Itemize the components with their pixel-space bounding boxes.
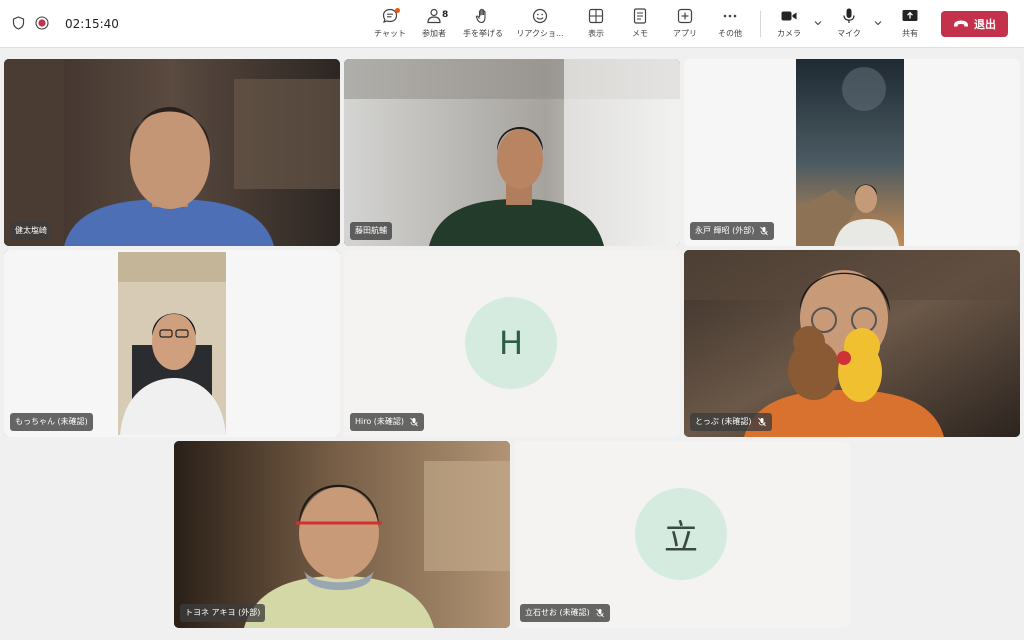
participant-name-tag: Hiro (未確認) [350,413,425,431]
add-app-icon [677,8,693,24]
meeting-status: 02:15:40 [12,0,119,48]
camera-label: カメラ [777,29,801,38]
participant-name-tag: とっぷ (未確認) [690,413,772,431]
mic-button[interactable]: マイク [825,7,873,43]
recording-icon [35,15,49,34]
participant-video [4,59,340,246]
participant-video [344,59,680,246]
notes-label: メモ [632,29,648,38]
mic-muted-icon [757,417,766,427]
camera-icon [781,11,797,21]
participant-tile[interactable]: 健太塩崎 [4,59,340,246]
participants-button[interactable]: 8 参加者 [410,7,458,43]
participant-video [684,250,1020,437]
notes-icon [633,8,647,24]
view-button[interactable]: 表示 [572,7,620,43]
people-icon [427,8,441,24]
participant-avatar: H [465,297,557,389]
camera-button[interactable]: カメラ [765,7,813,43]
participant-tile[interactable]: 立 立石せお (未確認) [514,441,850,628]
participant-tile[interactable]: 永戸 輝昭 (外部) [684,59,1020,246]
leave-label: 退出 [974,18,996,31]
chat-unread-dot [395,8,400,13]
participant-name: 健太塩崎 [15,226,47,235]
mic-muted-icon [760,226,769,236]
apps-label: アプリ [673,29,697,38]
participant-name-tag: 永戸 輝昭 (外部) [690,222,775,240]
participant-name: 永戸 輝昭 (外部) [695,226,755,235]
participant-tile[interactable]: H Hiro (未確認) [344,250,680,437]
participant-name-tag: トヨネ アキヨ (外部) [180,604,266,622]
raise-hand-label: 手を挙げる [463,29,503,38]
hand-icon [475,8,486,24]
participant-name-tag: もっちゃん (未確認) [10,413,93,431]
participant-name: 立石せお (未確認) [525,608,590,617]
apps-button[interactable]: アプリ [661,7,709,43]
chat-button[interactable]: チャット [366,7,414,43]
more-dots-icon [723,14,737,18]
participants-count: 8 [442,10,449,20]
participants-label: 参加者 [422,29,446,38]
participant-name-tag: 立石せお (未確認) [520,604,610,622]
toolbar-divider [760,11,761,37]
participant-video [684,59,1020,246]
participant-tile[interactable]: とっぷ (未確認) [684,250,1020,437]
hang-up-icon [954,20,968,27]
participant-video [4,250,340,437]
participant-name: トヨネ アキヨ (外部) [185,608,261,617]
reactions-label: リアクショ... [516,29,564,38]
share-screen-icon [902,10,918,21]
participant-name-tag: 健太塩崎 [10,222,52,240]
more-label: その他 [718,29,742,38]
grid-view-icon [588,8,604,24]
participant-name: 藤田航輔 [355,226,387,235]
participant-video [174,441,510,628]
notes-button[interactable]: メモ [616,7,664,43]
share-label: 共有 [902,29,918,38]
participant-name: Hiro (未確認) [355,417,405,426]
share-button[interactable]: 共有 [886,7,934,43]
mic-label: マイク [837,29,861,38]
mic-options-chevron-icon[interactable] [873,18,883,28]
view-label: 表示 [588,29,604,38]
chat-label: チャット [374,29,406,38]
participant-name: とっぷ (未確認) [695,417,752,426]
participant-tile[interactable]: 藤田航輔 [344,59,680,246]
microphone-icon [843,8,855,23]
more-button[interactable]: その他 [706,7,754,43]
smiley-icon [532,8,548,24]
meeting-timer: 02:15:40 [65,17,119,31]
reactions-button[interactable]: リアクショ... [516,7,564,43]
leave-button[interactable]: 退出 [941,11,1008,37]
raise-hand-button[interactable]: 手を挙げる [459,7,507,43]
participant-tile[interactable]: もっちゃん (未確認) [4,250,340,437]
participant-avatar: 立 [635,488,727,580]
shield-icon[interactable] [12,15,25,34]
meeting-toolbar: 02:15:40 チャット 8 参加者 手を挙げる リアクショ... 表示 メモ… [0,0,1024,48]
mic-muted-icon [595,608,604,618]
participant-name: もっちゃん (未確認) [15,417,88,426]
camera-options-chevron-icon[interactable] [813,18,823,28]
participant-name-tag: 藤田航輔 [350,222,392,240]
participant-tile[interactable]: トヨネ アキヨ (外部) [174,441,510,628]
mic-muted-icon [410,417,418,427]
